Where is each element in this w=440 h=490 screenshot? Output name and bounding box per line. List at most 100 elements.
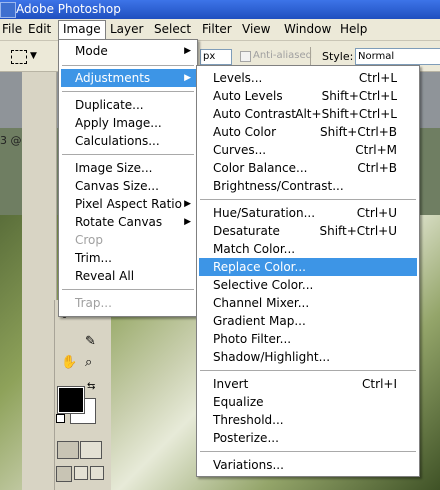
shortcut-label: Alt+Shift+Ctrl+L <box>295 107 397 121</box>
menu-item-label: Hue/Saturation... <box>213 206 316 220</box>
menu-item-label: Replace Color... <box>213 260 306 274</box>
menu-bar: File Edit Image Layer Select Filter View… <box>0 19 440 41</box>
menu-item-auto-contrast[interactable]: Auto Contrast Alt+Shift+Ctrl+L <box>199 105 417 123</box>
shortcut-label: Ctrl+B <box>357 161 397 175</box>
screen-mode-standard-button[interactable] <box>56 466 72 482</box>
menu-item-label: Variations... <box>213 458 284 472</box>
menu-item-apply-image[interactable]: Apply Image... <box>61 114 197 132</box>
menu-item-duplicate[interactable]: Duplicate... <box>61 96 197 114</box>
document-tab[interactable]: 3 @ <box>0 134 22 147</box>
menu-divider <box>200 451 416 452</box>
menu-item-hue-saturation[interactable]: Hue/Saturation... Ctrl+U <box>199 204 417 222</box>
shortcut-label: Ctrl+U <box>356 206 397 220</box>
style-select[interactable]: Normal <box>355 48 440 65</box>
menu-item-threshold[interactable]: Threshold... <box>199 411 417 429</box>
foreground-color-swatch[interactable] <box>57 386 85 414</box>
shortcut-label: Ctrl+I <box>362 377 397 391</box>
menu-item-label: Shadow/Highlight... <box>213 350 331 364</box>
menu-item-calculations[interactable]: Calculations... <box>61 132 197 150</box>
menu-item-label: Gradient Map... <box>213 314 306 328</box>
menu-item-levels[interactable]: Levels... Ctrl+L <box>199 69 417 87</box>
submenu-arrow-icon: ▶ <box>184 73 191 83</box>
adjustments-submenu: Levels... Ctrl+L Auto Levels Shift+Ctrl+L … <box>196 65 420 477</box>
submenu-arrow-icon: ▶ <box>184 199 191 209</box>
menu-item-auto-levels[interactable]: Auto Levels Shift+Ctrl+L <box>199 87 417 105</box>
menu-item-channel-mixer[interactable]: Channel Mixer... <box>199 294 417 312</box>
menu-help[interactable]: Help <box>336 21 371 38</box>
menu-item-desaturate[interactable]: Desaturate Shift+Ctrl+U <box>199 222 417 240</box>
shortcut-label: Shift+Ctrl+L <box>321 89 397 103</box>
menu-file[interactable]: File <box>0 21 26 38</box>
menu-item-label: Auto Color <box>213 125 277 139</box>
menu-item-label: Photo Filter... <box>213 332 292 346</box>
menu-item-label: Adjustments <box>75 71 151 85</box>
menu-item-mode[interactable]: Mode ▶ <box>61 42 197 60</box>
screen-mode-full-menu-button[interactable] <box>74 466 88 480</box>
menu-filter[interactable]: Filter <box>198 21 236 38</box>
menu-divider <box>62 289 194 290</box>
menu-item-trap: Trap... <box>75 296 112 310</box>
menu-item-label: Mode <box>75 44 108 58</box>
submenu-arrow-icon: ▶ <box>184 217 191 227</box>
menu-item-photo-filter[interactable]: Photo Filter... <box>199 330 417 348</box>
menu-divider <box>200 199 416 200</box>
menu-item-rotate-canvas[interactable]: Rotate Canvas ▶ <box>61 213 197 231</box>
style-label: Style: <box>322 50 354 63</box>
quick-mask-button[interactable] <box>80 441 102 459</box>
shortcut-label: Shift+Ctrl+U <box>319 224 397 238</box>
menu-item-selective-color[interactable]: Selective Color... <box>199 276 417 294</box>
menu-item-canvas-size[interactable]: Canvas Size... <box>61 177 197 195</box>
anti-aliased-checkbox[interactable] <box>240 51 251 62</box>
menu-item-shadow-highlight[interactable]: Shadow/Highlight... <box>199 348 417 366</box>
shortcut-label: Ctrl+M <box>355 143 397 157</box>
standard-mode-button[interactable] <box>57 441 79 459</box>
menu-divider <box>62 65 194 66</box>
menu-item-curves[interactable]: Curves... Ctrl+M <box>199 141 417 159</box>
menu-divider <box>62 91 194 92</box>
shortcut-label: Shift+Ctrl+B <box>320 125 397 139</box>
menu-item-trim[interactable]: Trim... <box>61 249 197 267</box>
menu-item-color-balance[interactable]: Color Balance... Ctrl+B <box>199 159 417 177</box>
options-divider <box>310 47 311 65</box>
menu-item-label: Auto Contrast <box>213 107 296 121</box>
marquee-tool-icon[interactable] <box>11 50 27 64</box>
title-bar: Adobe Photoshop <box>0 0 440 19</box>
menu-item-auto-color[interactable]: Auto Color Shift+Ctrl+B <box>199 123 417 141</box>
menu-select[interactable]: Select <box>150 21 195 38</box>
menu-divider <box>62 154 194 155</box>
feather-field[interactable]: px <box>200 49 232 65</box>
menu-item-label: Selective Color... <box>213 278 314 292</box>
menu-layer[interactable]: Layer <box>106 21 147 38</box>
menu-item-crop: Crop <box>75 233 104 247</box>
shortcut-label: Ctrl+L <box>358 71 397 85</box>
image-menu: Mode ▶ Adjustments ▶ Duplicate... Apply Im… <box>58 39 198 317</box>
menu-item-brightness-contrast[interactable]: Brightness/Contrast... <box>199 177 417 195</box>
menu-item-gradient-map[interactable]: Gradient Map... <box>199 312 417 330</box>
menu-divider <box>200 370 416 371</box>
menu-item-image-size[interactable]: Image Size... <box>61 159 197 177</box>
menu-item-equalize[interactable]: Equalize <box>199 393 417 411</box>
default-colors-icon[interactable] <box>56 414 65 423</box>
zoom-icon[interactable]: ⌕ <box>85 355 92 370</box>
pen-icon[interactable]: ✎ <box>85 334 96 349</box>
menu-item-invert[interactable]: Invert Ctrl+I <box>199 375 417 393</box>
menu-edit[interactable]: Edit <box>24 21 55 38</box>
menu-item-reveal-all[interactable]: Reveal All <box>61 267 197 285</box>
anti-aliased-label: Anti-aliased <box>253 50 313 61</box>
menu-window[interactable]: Window <box>280 21 335 38</box>
menu-item-variations[interactable]: Variations... <box>199 456 417 474</box>
menu-image[interactable]: Image <box>58 20 106 40</box>
swap-colors-icon[interactable]: ⇆ <box>87 381 95 392</box>
menu-item-posterize[interactable]: Posterize... <box>199 429 417 447</box>
menu-view[interactable]: View <box>238 21 274 38</box>
chevron-down-icon[interactable]: ▼ <box>30 51 37 61</box>
menu-item-label: Channel Mixer... <box>213 296 310 310</box>
menu-item-label: Levels... <box>213 71 263 85</box>
menu-item-adjustments[interactable]: Adjustments ▶ <box>61 69 197 87</box>
menu-item-label: Match Color... <box>213 242 296 256</box>
menu-item-pixel-aspect-ratio[interactable]: Pixel Aspect Ratio ▶ <box>61 195 197 213</box>
menu-item-match-color[interactable]: Match Color... <box>199 240 417 258</box>
screen-mode-full-button[interactable] <box>90 466 104 480</box>
menu-item-replace-color[interactable]: Replace Color... <box>199 258 417 276</box>
hand-icon[interactable]: ✋ <box>61 355 77 370</box>
